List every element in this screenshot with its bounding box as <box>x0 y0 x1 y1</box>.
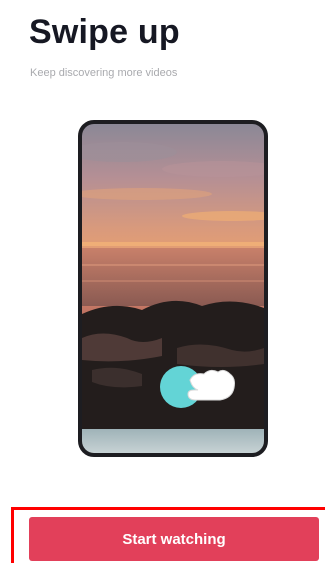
swipe-up-hand-icon <box>160 366 235 408</box>
page-subtitle: Keep discovering more videos <box>30 67 178 79</box>
phone-illustration <box>78 120 268 457</box>
start-watching-button[interactable]: Start watching <box>29 517 319 561</box>
page-title: Swipe up <box>29 13 180 51</box>
